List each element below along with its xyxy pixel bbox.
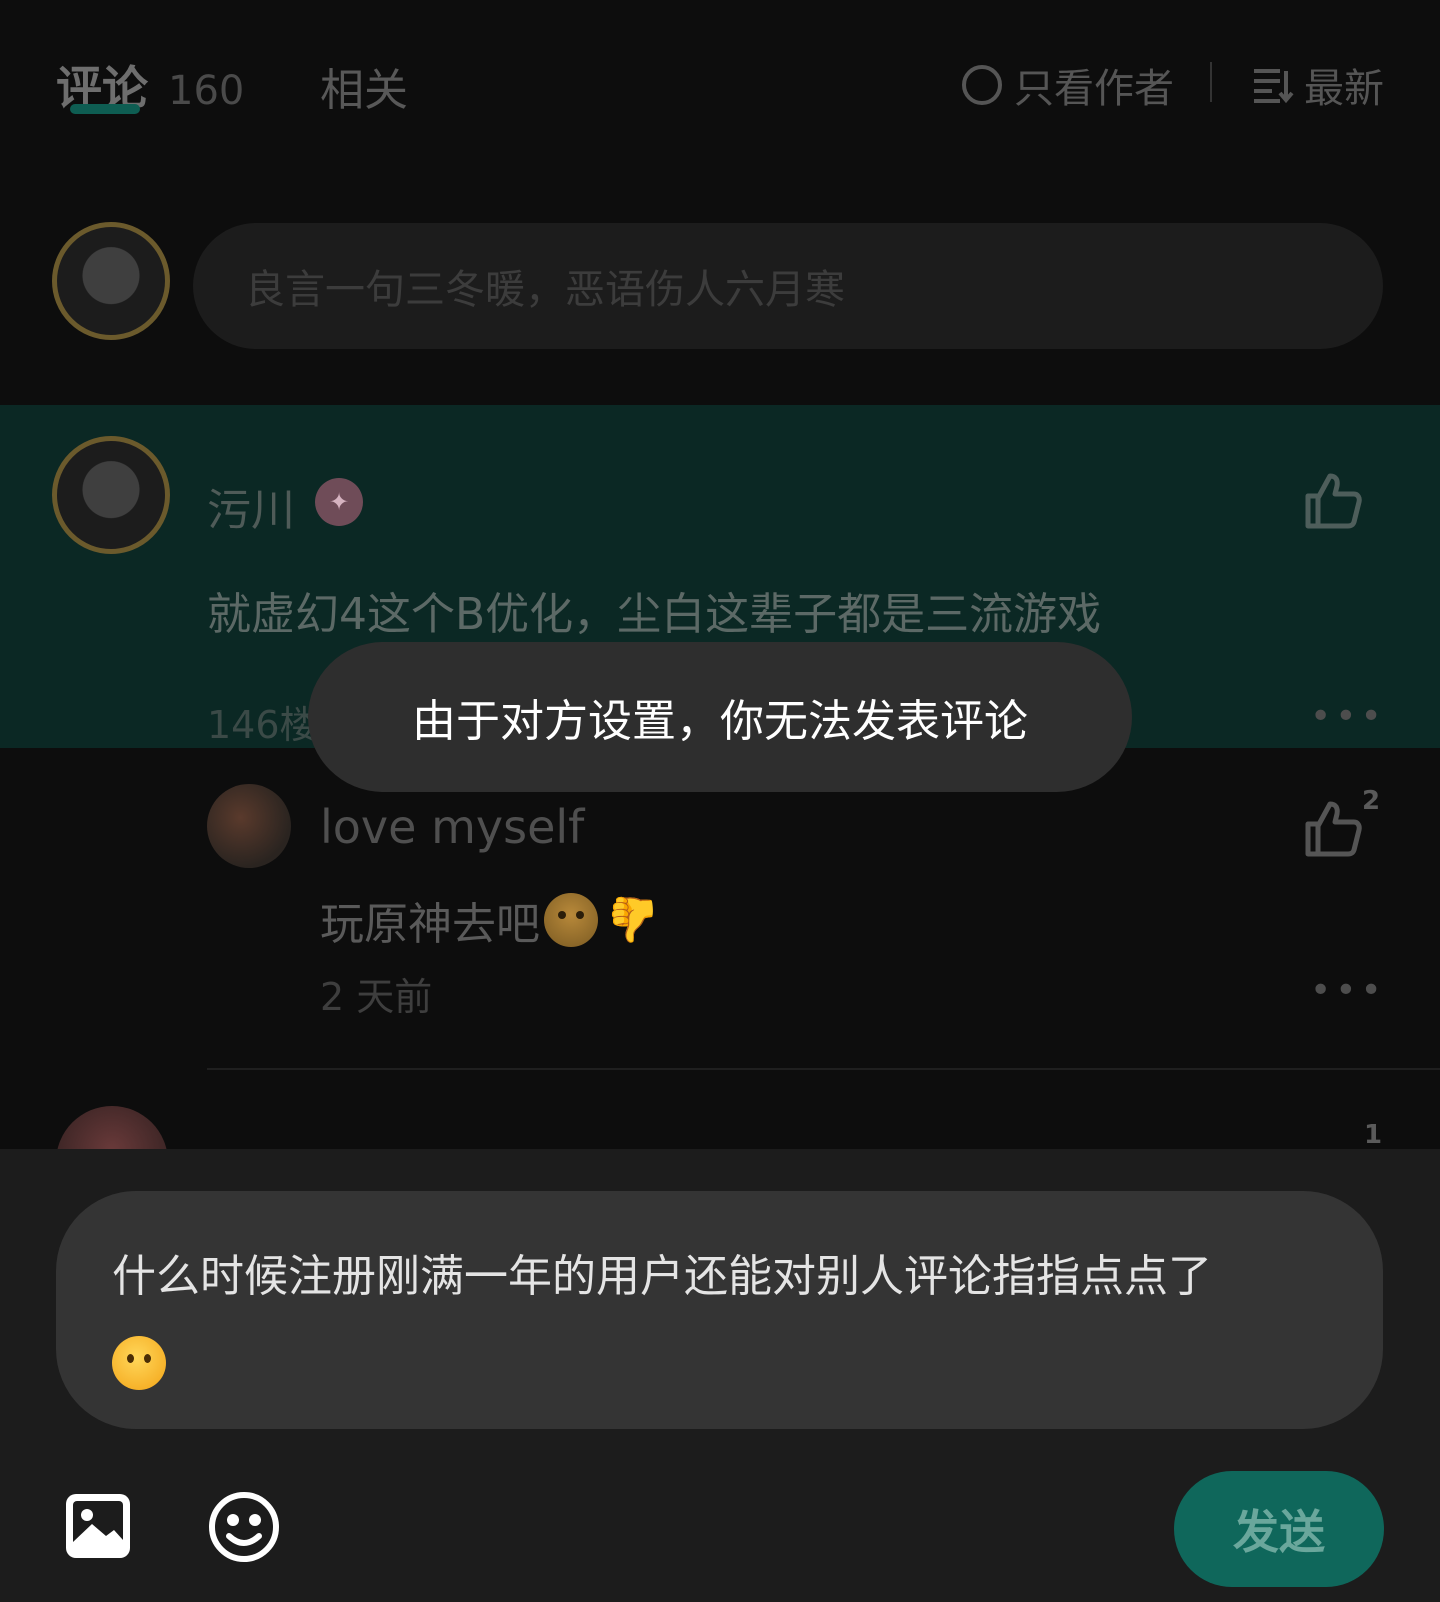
send-button[interactable]: 发送 — [1174, 1471, 1384, 1587]
like-icon[interactable] — [1302, 470, 1364, 532]
header-divider — [1210, 62, 1212, 102]
next-like-count: 1 — [1364, 1120, 1383, 1150]
tab-comments-count: 160 — [168, 68, 245, 114]
sort-label: 最新 — [1304, 66, 1384, 112]
thumbs-down-icon: 👍 — [606, 894, 661, 945]
reply-more-button[interactable]: ••• — [1310, 970, 1386, 1011]
commenter-avatar[interactable] — [52, 436, 170, 554]
comment-floor: 146楼 — [207, 703, 318, 747]
comment-tabs-bar: 评论 160 相关 只看作者 最新 — [0, 0, 1440, 165]
sort-icon — [1254, 69, 1294, 104]
comment-more-button[interactable]: ••• — [1310, 696, 1386, 737]
active-tab-indicator — [70, 104, 140, 114]
reply-time: 2 天前 — [320, 975, 433, 1019]
emoji-picker-icon[interactable] — [207, 1490, 281, 1564]
reply-username[interactable]: love myself — [320, 800, 584, 854]
image-picker-icon[interactable] — [62, 1490, 134, 1562]
reply-text-content: 玩原神去吧 — [320, 899, 540, 950]
reply-avatar[interactable] — [207, 784, 291, 868]
author-only-label: 只看作者 — [1014, 66, 1174, 112]
tab-related[interactable]: 相关 — [320, 54, 408, 118]
comment-username[interactable]: 污川 — [207, 474, 295, 538]
woozy-face-icon — [544, 893, 598, 947]
sort-button[interactable]: 最新 — [1252, 56, 1384, 114]
reply-input-field[interactable]: 什么时候注册刚满一年的用户还能对别人评论指指点点了 — [56, 1191, 1383, 1429]
user-badge-icon: ✦ — [315, 478, 363, 526]
toast-message: 由于对方设置，你无法发表评论 — [308, 642, 1132, 792]
reply-input-text: 什么时候注册刚满一年的用户还能对别人评论指指点点了 — [112, 1251, 1212, 1302]
reply-like-icon[interactable] — [1302, 798, 1364, 860]
comment-text: 就虚幻4这个B优化，尘白这辈子都是三流游戏 — [207, 589, 1102, 640]
author-only-toggle[interactable]: 只看作者 — [962, 56, 1174, 114]
divider — [207, 1068, 1440, 1070]
thinking-face-icon — [112, 1336, 166, 1390]
current-user-avatar[interactable] — [52, 222, 170, 340]
radio-circle-icon — [962, 65, 1002, 105]
reply-text: 玩原神去吧 👍 — [320, 888, 661, 952]
reply-like-count: 2 — [1362, 786, 1381, 816]
comment-compose-input[interactable]: 良言一句三冬暖，恶语伤人六月寒 — [193, 223, 1383, 349]
